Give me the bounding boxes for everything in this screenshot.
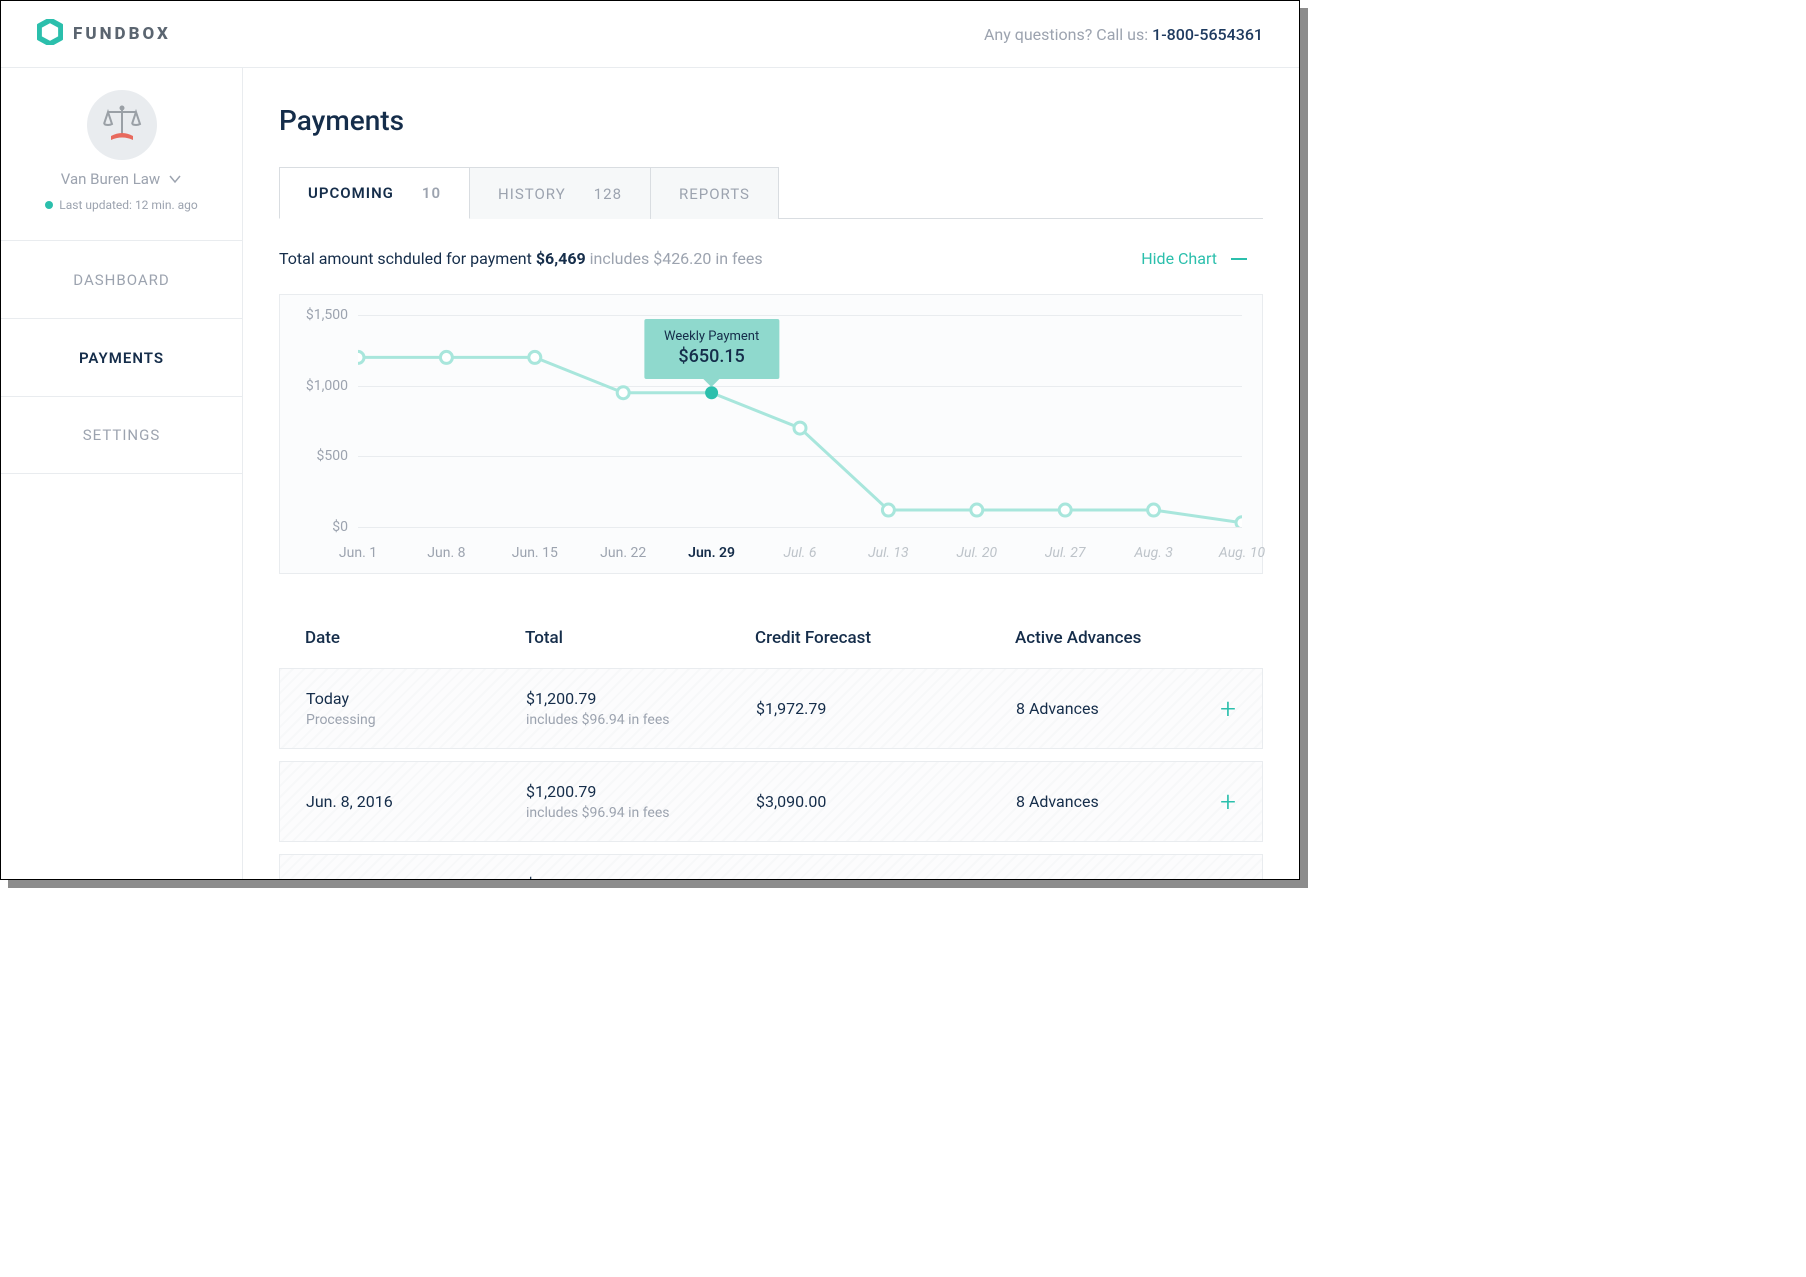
col-forecast: Credit Forecast [755,628,1015,648]
help-text: Any questions? Call us: 1-800-5654361 [984,25,1263,44]
chart-x-tick: Jul. 20 [957,545,998,561]
tab-upcoming[interactable]: UPCOMING 10 [279,167,470,219]
nav-item-payments[interactable]: PAYMENTS [1,318,242,396]
app-window: FUNDBOX Any questions? Call us: 1-800-56… [0,0,1300,880]
cell-advances: 8 Advances [1016,792,1176,811]
main: Payments UPCOMING 10 HISTORY 128 REPORTS [243,68,1299,879]
chart-point[interactable] [882,504,894,516]
col-advances: Active Advances [1015,628,1177,648]
cell-date: Today [306,689,526,708]
cell-total: $1,200.79 [526,782,756,801]
cell-total: $1,200.79 [526,875,756,879]
cell-total-sub: includes $96.94 in fees [526,805,756,821]
page-title: Payments [279,104,1263,137]
account-switcher[interactable]: Van Buren Law [61,170,182,188]
logo-icon [37,19,63,49]
minus-icon [1231,258,1247,260]
cell-forecast: $3,090.00 [756,792,1016,811]
status-dot-icon [45,201,53,209]
account-avatar[interactable] [87,90,157,160]
chart-point[interactable] [440,351,452,363]
summary-prefix: Total amount schduled for payment [279,249,536,268]
chart-point[interactable] [1148,504,1160,516]
hide-chart-toggle[interactable]: Hide Chart [1125,241,1263,276]
chart-y-tick: $1,500 [294,307,348,323]
chart-x-tick: Aug. 3 [1134,545,1173,561]
chart-svg [358,315,1242,527]
summary-amount: $6,469 [536,249,586,268]
tab-reports[interactable]: REPORTS [651,167,779,219]
table-row[interactable]: Today Processing$1,200.79 includes $96.94 … [279,668,1263,749]
chart-x-tick: Jun. 22 [600,545,646,561]
chart-x-tick: Jun. 8 [427,545,465,561]
chart-x-tick: Aug. 10 [1219,545,1265,561]
tabs: UPCOMING 10 HISTORY 128 REPORTS [279,167,1263,219]
cell-forecast: $1,972.79 [756,699,1016,718]
chart-y-tick: $0 [294,519,348,535]
chart-point[interactable] [358,351,364,363]
payments-chart[interactable]: Weekly Payment $650.15 $1,500$1,000$500$… [279,294,1263,574]
help-phone[interactable]: 1-800-5654361 [1152,25,1263,44]
table-row[interactable]: Jun. 15, 2016$1,200.79includes $96.94 in… [279,854,1263,879]
cell-date: Jun. 8, 2016 [306,792,526,811]
nav-label: SETTINGS [83,426,161,444]
chart-x-tick: Jun. 1 [339,545,377,561]
nav: DASHBOARD PAYMENTS SETTINGS [1,240,242,474]
chart-point[interactable] [706,387,718,399]
nav-label: DASHBOARD [73,271,169,289]
chart-x-tick: Jun. 29 [688,545,735,561]
tab-label: HISTORY [498,185,566,203]
cell-total: $1,200.79 [526,689,756,708]
summary-text: Total amount schduled for payment $6,469… [279,249,763,268]
chevron-down-icon [168,172,182,186]
tab-history[interactable]: HISTORY 128 [470,167,651,219]
cell-total-sub: includes $96.94 in fees [526,712,756,728]
sidebar: Van Buren Law Last updated: 12 min. ago … [1,68,243,879]
status-text: Last updated: 12 min. ago [59,198,197,212]
chart-y-tick: $1,000 [294,378,348,394]
nav-item-dashboard[interactable]: DASHBOARD [1,240,242,318]
nav-label: PAYMENTS [79,349,164,367]
scales-icon [99,102,145,148]
table-header: Date Total Credit Forecast Active Advanc… [279,608,1263,668]
summary-row: Total amount schduled for payment $6,469… [279,219,1263,294]
tab-label: REPORTS [679,185,750,203]
col-date: Date [305,628,525,648]
chart-point[interactable] [971,504,983,516]
col-total: Total [525,628,755,648]
chart-point[interactable] [794,422,806,434]
topbar: FUNDBOX Any questions? Call us: 1-800-56… [1,1,1299,68]
cell-advances: 8 Advances [1016,699,1176,718]
tab-count: 128 [594,185,622,203]
expand-row-button[interactable]: + [1220,788,1236,816]
expand-row-button[interactable]: + [1220,695,1236,723]
chart-point[interactable] [617,387,629,399]
account-name: Van Buren Law [61,170,160,188]
brand-name: FUNDBOX [73,24,171,44]
chart-gridline [358,527,1242,528]
chart-point[interactable] [1236,517,1242,527]
sync-status: Last updated: 12 min. ago [45,198,197,212]
chart-point[interactable] [1059,504,1071,516]
summary-fees: includes $426.20 in fees [586,249,763,268]
hide-chart-label: Hide Chart [1141,249,1217,268]
cell-date-sub: Processing [306,712,526,728]
chart-x-tick: Jun. 15 [512,545,558,561]
table-row[interactable]: Jun. 8, 2016$1,200.79 includes $96.94 in … [279,761,1263,842]
payments-table: Date Total Credit Forecast Active Advanc… [279,608,1263,879]
tab-count: 10 [422,184,441,202]
tab-label: UPCOMING [308,184,394,202]
chart-x-tick: Jul. 6 [784,545,817,561]
chart-x-tick: Jul. 13 [868,545,909,561]
nav-item-settings[interactable]: SETTINGS [1,396,242,474]
chart-point[interactable] [529,351,541,363]
chart-y-tick: $500 [294,448,348,464]
brand[interactable]: FUNDBOX [37,19,171,49]
chart-x-tick: Jul. 27 [1045,545,1086,561]
help-prefix: Any questions? Call us: [984,25,1152,44]
